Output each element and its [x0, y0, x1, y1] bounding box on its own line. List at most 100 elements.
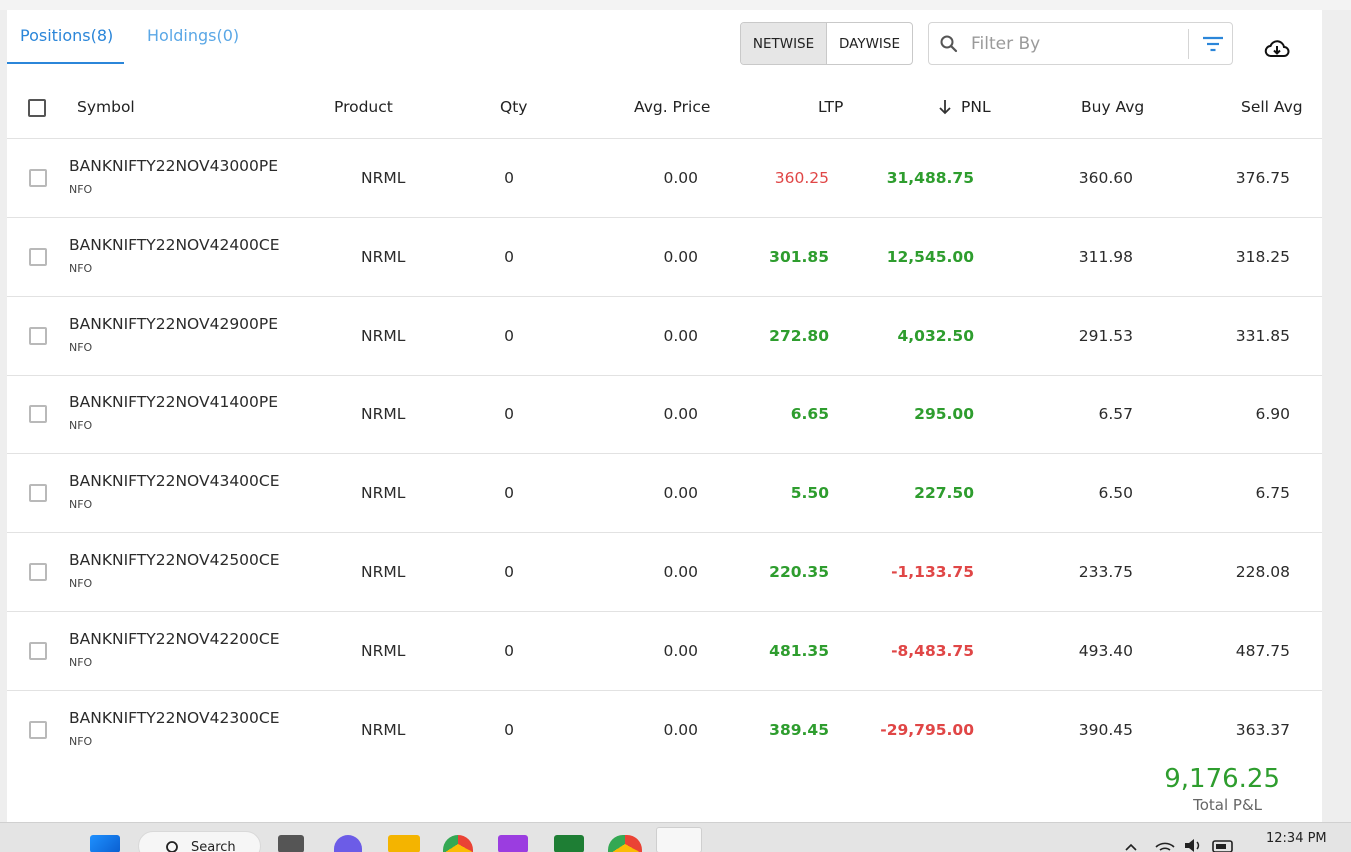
row-product: NRML	[361, 484, 406, 503]
col-qty[interactable]: Qty	[500, 98, 527, 116]
table-header: Symbol Product Qty Avg. Price LTP PNL Bu…	[7, 74, 1322, 139]
chevron-up-icon[interactable]	[1124, 837, 1138, 852]
row-pnl: 295.00	[914, 405, 974, 424]
row-checkbox[interactable]	[29, 247, 47, 266]
row-pnl: 227.50	[914, 484, 974, 503]
row-ltp: 220.35	[769, 563, 829, 581]
row-symbol: BANKNIFTY22NOV42400CE	[69, 235, 280, 254]
taskbar-search-label: Search	[191, 840, 236, 852]
row-exchange: NFO	[69, 655, 93, 669]
row-symbol: BANKNIFTY22NOV42900PE	[69, 314, 279, 333]
row-checkbox[interactable]	[29, 563, 47, 581]
row-qty: 0	[504, 484, 514, 503]
camera-app-icon[interactable]	[498, 835, 528, 852]
col-symbol[interactable]: Symbol	[77, 98, 135, 116]
row-pnl: 31,488.75	[886, 169, 974, 187]
row-pnl: -8,483.75	[891, 641, 974, 660]
row-exchange: NFO	[69, 577, 93, 590]
taskbar-clock: 12:34 PM	[1266, 831, 1327, 846]
filter-input[interactable]	[971, 31, 1181, 57]
row-qty: 0	[504, 405, 514, 424]
row-buy-avg: 493.40	[1078, 641, 1133, 660]
col-sell-avg[interactable]: Sell Avg	[1241, 98, 1303, 116]
col-pnl[interactable]: PNL	[961, 98, 991, 116]
table-row[interactable]: BANKNIFTY22NOV43400CE NFO NRML 0 0.00 5.50 227…	[7, 454, 1322, 534]
col-ltp[interactable]: LTP	[818, 98, 843, 116]
search-icon	[939, 34, 959, 58]
row-buy-avg: 390.45	[1078, 720, 1133, 739]
table-row[interactable]: BANKNIFTY22NOV42900PE NFO NRML 0 0.00 272.80 4…	[7, 297, 1322, 376]
row-exchange: NFO	[69, 340, 93, 354]
table-row[interactable]: BANKNIFTY22NOV42500CE NFO NRML 0 0.00 220.35 -…	[7, 533, 1322, 612]
row-qty: 0	[504, 641, 514, 660]
chrome-profile-icon[interactable]	[608, 835, 642, 852]
row-exchange: NFO	[69, 419, 93, 433]
table-row[interactable]: BANKNIFTY22NOV41400PE NFO NRML 0 0.00 6.65 295…	[7, 375, 1322, 455]
row-checkbox[interactable]	[29, 326, 47, 345]
windows-start-icon[interactable]	[90, 835, 120, 852]
row-avg-price: 0.00	[663, 169, 698, 187]
row-checkbox[interactable]	[29, 641, 47, 660]
row-avg-price: 0.00	[663, 405, 698, 424]
col-avg-price[interactable]: Avg. Price	[634, 98, 710, 116]
battery-icon[interactable]	[1212, 838, 1236, 852]
row-exchange: NFO	[69, 261, 93, 275]
teams-icon[interactable]	[334, 835, 362, 852]
row-avg-price: 0.00	[663, 247, 698, 266]
row-sell-avg: 487.75	[1235, 641, 1290, 660]
row-ltp: 6.65	[790, 405, 829, 424]
task-view-icon[interactable]	[278, 835, 304, 852]
row-ltp: 389.45	[769, 720, 829, 739]
wifi-icon[interactable]	[1154, 837, 1176, 852]
chrome-icon[interactable]	[443, 835, 473, 852]
row-ltp: 360.25	[774, 169, 829, 187]
row-checkbox[interactable]	[29, 169, 47, 187]
row-product: NRML	[361, 326, 406, 345]
netwise-button[interactable]: NETWISE	[741, 23, 826, 64]
excel-icon[interactable]	[554, 835, 584, 852]
row-pnl: 4,032.50	[897, 326, 975, 345]
row-ltp: 5.50	[790, 484, 829, 503]
filter-icon[interactable]	[1201, 34, 1225, 58]
table-row[interactable]: BANKNIFTY22NOV42200CE NFO NRML 0 0.00 481.35 -…	[7, 612, 1322, 691]
daywise-button[interactable]: DAYWISE	[827, 23, 912, 64]
row-qty: 0	[504, 563, 514, 581]
tab-positions[interactable]: Positions(8)	[20, 26, 113, 45]
taskbar: Search 12:34 PM	[0, 822, 1351, 852]
row-checkbox[interactable]	[29, 405, 47, 424]
row-product: NRML	[361, 641, 406, 660]
row-checkbox[interactable]	[29, 484, 47, 503]
table-row[interactable]: BANKNIFTY22NOV42400CE NFO NRML 0 0.00 301.85 1…	[7, 218, 1322, 297]
row-product: NRML	[361, 405, 406, 424]
total-footer: 9,176.25 Total P&L	[7, 758, 1322, 822]
row-symbol: BANKNIFTY22NOV41400PE	[69, 393, 279, 412]
row-sell-avg: 228.08	[1235, 563, 1290, 581]
tab-holdings[interactable]: Holdings(0)	[147, 26, 239, 45]
col-product[interactable]: Product	[334, 98, 393, 116]
row-checkbox[interactable]	[29, 720, 47, 739]
top-strip	[0, 0, 1351, 10]
row-pnl: -1,133.75	[891, 563, 974, 581]
taskbar-search[interactable]: Search	[138, 831, 261, 852]
row-pnl: 12,545.00	[886, 247, 974, 266]
row-buy-avg: 6.50	[1098, 484, 1133, 503]
row-product: NRML	[361, 247, 406, 266]
cloud-download-icon[interactable]	[1264, 38, 1290, 64]
sort-down-arrow-icon	[937, 98, 953, 120]
select-all-checkbox[interactable]	[28, 99, 46, 117]
table-row[interactable]: BANKNIFTY22NOV43000PE NFO NRML 0 0.00 360.25 3…	[7, 139, 1322, 218]
row-avg-price: 0.00	[663, 720, 698, 739]
row-sell-avg: 363.37	[1235, 720, 1290, 739]
row-sell-avg: 6.75	[1255, 484, 1290, 503]
row-ltp: 301.85	[769, 247, 829, 266]
row-avg-price: 0.00	[663, 563, 698, 581]
row-exchange: NFO	[69, 183, 93, 196]
row-sell-avg: 331.85	[1235, 326, 1290, 345]
row-symbol: BANKNIFTY22NOV43000PE	[69, 157, 279, 175]
col-buy-avg[interactable]: Buy Avg	[1081, 98, 1144, 116]
volume-icon[interactable]	[1183, 837, 1205, 852]
row-ltp: 481.35	[769, 641, 829, 660]
row-qty: 0	[504, 247, 514, 266]
snipping-tool-icon[interactable]	[656, 827, 702, 852]
folder-icon[interactable]	[388, 835, 420, 852]
